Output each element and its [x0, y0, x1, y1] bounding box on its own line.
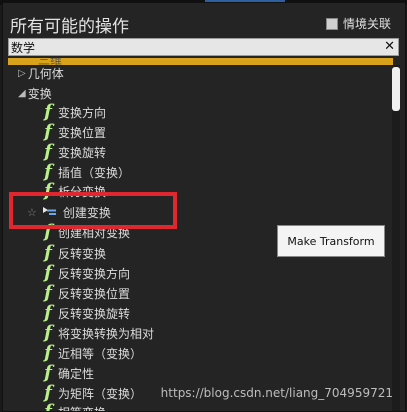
close-icon[interactable]: ✕ — [384, 39, 395, 55]
function-icon: f — [44, 362, 52, 383]
function-icon: f — [44, 302, 52, 323]
scrollbar-thumb[interactable] — [392, 67, 400, 111]
list-item-label: 反转变换旋转 — [58, 306, 131, 321]
list-item[interactable]: f 近相等（变换） — [41, 343, 142, 363]
list-item[interactable]: f 变换位置 — [41, 122, 106, 142]
function-icon: f — [44, 262, 52, 283]
context-sensitive-toggle[interactable]: 情境关联 — [325, 15, 391, 32]
category-label: 变换 — [27, 86, 52, 101]
list-item[interactable]: f 反转变换 — [41, 243, 106, 263]
menu-title: 所有可能的操作 — [10, 17, 129, 37]
category-geometry[interactable]: ▷ 几何体 — [18, 63, 64, 83]
list-item-label: 为矩阵（变换） — [58, 386, 143, 401]
list-item[interactable]: f 反转变换旋转 — [41, 303, 130, 323]
list-item[interactable]: f 变换旋转 — [41, 142, 106, 162]
list-item[interactable]: f 为矩阵（变换） — [41, 383, 142, 403]
category-label: 几何体 — [27, 66, 64, 81]
selection-highlight-box — [9, 192, 177, 229]
scrollbar[interactable] — [392, 65, 400, 411]
function-icon: f — [44, 242, 52, 263]
function-icon: f — [44, 121, 52, 142]
list-item-label: 近相等（变换） — [58, 346, 143, 361]
collapse-arrow-icon[interactable]: ◢ — [18, 88, 26, 99]
context-checkbox[interactable] — [325, 17, 338, 30]
list-item[interactable]: f 插值（变换） — [41, 162, 130, 182]
function-icon: f — [44, 141, 52, 162]
list-item-label: 反转变换方向 — [58, 266, 131, 281]
category-header-3d[interactable]: 三维 — [8, 58, 393, 65]
list-item-label: 插值（变换） — [58, 165, 131, 180]
list-item-label: 变换旋转 — [58, 145, 107, 160]
list-item-label: 反转变换 — [58, 246, 107, 261]
function-icon: f — [44, 322, 52, 343]
expand-arrow-icon[interactable]: ▷ — [18, 68, 26, 79]
list-item-label: 将变换转换为相对 — [58, 326, 155, 341]
watermark: https://blog.csdn.net/liang_704959721 — [160, 386, 393, 400]
list-item-label: 变换位置 — [58, 125, 107, 140]
list-item[interactable]: f 将变换转换为相对 — [41, 323, 154, 343]
function-icon: f — [44, 382, 52, 403]
list-item-label: 变换方向 — [58, 105, 107, 120]
function-icon: f — [44, 282, 52, 303]
list-item[interactable]: f 反转变换方向 — [41, 263, 130, 283]
list-item-label: 相等变换 — [58, 404, 106, 412]
category-transform[interactable]: ◢ 变换 — [18, 83, 52, 103]
list-item[interactable]: f 反转变换位置 — [41, 283, 130, 303]
tooltip: Make Transform — [277, 225, 385, 257]
list-item-label: 反转变换位置 — [58, 286, 131, 301]
function-icon: f — [44, 401, 52, 412]
list-item[interactable]: f 变换方向 — [41, 102, 106, 122]
function-icon: f — [44, 161, 52, 182]
context-label: 情境关联 — [342, 17, 391, 31]
function-icon: f — [44, 342, 52, 363]
list-item[interactable]: f 相等变换 — [41, 402, 106, 412]
function-icon: f — [44, 101, 52, 122]
list-item-label: 确定性 — [58, 366, 95, 381]
search-input[interactable] — [11, 39, 379, 55]
search-box[interactable]: ✕ — [8, 38, 399, 56]
list-item[interactable]: f 确定性 — [41, 363, 94, 383]
